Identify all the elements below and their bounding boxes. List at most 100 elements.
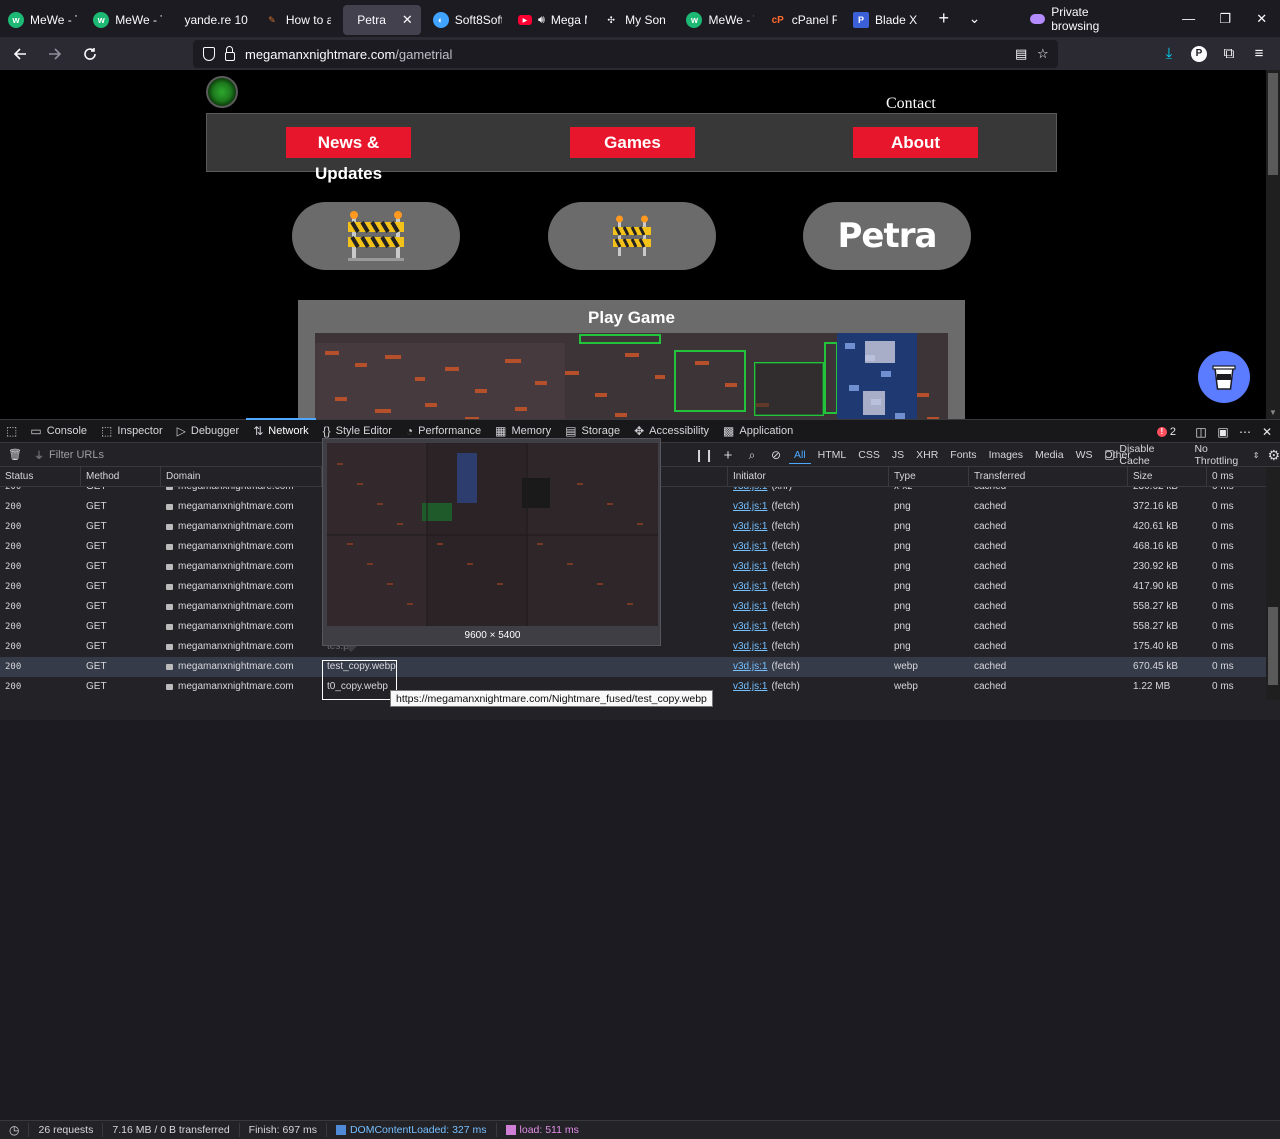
- lock-icon[interactable]: [225, 45, 235, 61]
- tab-list-button[interactable]: ⌄: [959, 10, 990, 27]
- initiator-cell[interactable]: v3d.js:1 (fetch): [733, 637, 800, 657]
- small-barrier-button[interactable]: [548, 202, 716, 270]
- tab-console[interactable]: ▭ Console: [23, 419, 94, 443]
- table-row[interactable]: 200 GET megamanxnightmare.com test_copy.web…: [0, 657, 1266, 677]
- tab-inspector[interactable]: ⬚ Inspector: [94, 419, 170, 443]
- close-devtools-icon[interactable]: ✕: [1256, 425, 1278, 439]
- about-button[interactable]: About: [853, 127, 978, 158]
- green-orb-icon[interactable]: [206, 76, 238, 108]
- browser-tab-active[interactable]: Petra ✕: [343, 5, 421, 35]
- initiator-cell[interactable]: v3d.js:1 (fetch): [733, 657, 800, 677]
- news-updates-button[interactable]: News & Updates: [286, 127, 411, 183]
- network-scrollbar-thumb[interactable]: [1268, 607, 1278, 685]
- network-scrollbar[interactable]: [1266, 467, 1280, 700]
- contact-link[interactable]: Contact: [886, 95, 936, 113]
- initiator-link[interactable]: v3d.js:1: [733, 661, 767, 672]
- initiator-cell[interactable]: v3d.js:1 (fetch): [733, 537, 800, 557]
- col-initiator[interactable]: Initiator: [728, 467, 889, 487]
- browser-tab[interactable]: P Blade X bd: [845, 5, 928, 35]
- col-waterfall[interactable]: 0 ms: [1207, 467, 1266, 487]
- col-type[interactable]: Type: [889, 467, 969, 487]
- browser-tab[interactable]: ✣ My Son Ha: [595, 5, 678, 35]
- browser-tab[interactable]: cP cPanel File M: [762, 5, 845, 35]
- new-tab-button[interactable]: +: [928, 8, 959, 29]
- settings-gear-icon[interactable]: ⚙: [1267, 447, 1280, 464]
- account-avatar[interactable]: P: [1191, 45, 1207, 62]
- filter-all[interactable]: All: [789, 447, 811, 464]
- forward-button[interactable]: [39, 40, 71, 68]
- initiator-link[interactable]: v3d.js:1: [733, 541, 767, 552]
- filter-css[interactable]: CSS: [853, 447, 885, 463]
- tracking-protection-shield-icon[interactable]: [203, 47, 215, 61]
- error-count-badge[interactable]: ! 2: [1156, 426, 1176, 438]
- initiator-cell[interactable]: v3d.js:1 (fetch): [733, 597, 800, 617]
- filter-js[interactable]: JS: [887, 447, 909, 463]
- col-domain[interactable]: Domain: [161, 467, 322, 487]
- browser-tab[interactable]: w MeWe - Th: [85, 5, 170, 35]
- bookmark-star-icon[interactable]: ☆: [1037, 46, 1049, 62]
- browser-tab[interactable]: yande.re 10968: [170, 5, 255, 35]
- initiator-link[interactable]: v3d.js:1: [733, 521, 767, 532]
- back-button[interactable]: [4, 40, 36, 68]
- petra-button[interactable]: Petra: [803, 202, 971, 270]
- page-scrollbar-thumb[interactable]: [1268, 73, 1278, 175]
- col-size[interactable]: Size: [1128, 467, 1207, 487]
- close-window-button[interactable]: ✕: [1243, 11, 1280, 27]
- add-request-icon[interactable]: +: [716, 447, 740, 464]
- initiator-link[interactable]: v3d.js:1: [733, 501, 767, 512]
- games-button[interactable]: Games: [570, 127, 695, 158]
- filter-media[interactable]: Media: [1030, 447, 1069, 463]
- browser-tab[interactable]: ✎ How to add: [256, 5, 339, 35]
- reader-view-icon[interactable]: ▤: [1015, 46, 1027, 62]
- downloads-icon[interactable]: ⤓: [1154, 45, 1184, 62]
- search-icon[interactable]: ⌕: [740, 448, 764, 463]
- disable-cache-checkbox[interactable]: [1105, 450, 1115, 460]
- initiator-cell[interactable]: v3d.js:1 (fetch): [733, 517, 800, 537]
- block-icon[interactable]: ⊘: [764, 448, 788, 462]
- extensions-icon[interactable]: ⧉: [1214, 45, 1244, 62]
- initiator-cell[interactable]: v3d.js:1 (fetch): [733, 577, 800, 597]
- initiator-cell[interactable]: v3d.js:1 (fetch): [733, 677, 800, 697]
- browser-tab[interactable]: w MeWe - Th: [0, 5, 85, 35]
- pause-icon[interactable]: ❙❙: [692, 448, 716, 462]
- tab-debugger[interactable]: ▷ Debugger: [170, 419, 247, 443]
- minimize-button[interactable]: —: [1170, 11, 1207, 26]
- initiator-cell[interactable]: v3d.js:1 (fetch): [733, 557, 800, 577]
- browser-tab[interactable]: ◐ Soft8Soft: [425, 5, 510, 35]
- browser-tab[interactable]: w MeWe - Th: [678, 5, 761, 35]
- reload-button[interactable]: [74, 40, 106, 68]
- initiator-cell[interactable]: v3d.js:1 (fetch): [733, 617, 800, 637]
- filter-images[interactable]: Images: [984, 447, 1028, 463]
- initiator-link[interactable]: v3d.js:1: [733, 621, 767, 632]
- initiator-cell[interactable]: v3d.js:1 (xhr): [733, 487, 792, 497]
- browser-tab[interactable]: ▶ 🔊︎ Mega M: [510, 5, 595, 35]
- buy-me-a-coffee-button[interactable]: [1198, 351, 1250, 403]
- col-status[interactable]: Status: [0, 467, 81, 487]
- scroll-down-arrow-icon[interactable]: ▼: [1269, 408, 1277, 417]
- construction-barrier-button[interactable]: [292, 202, 460, 270]
- dock-side-icon[interactable]: ◫: [1190, 425, 1212, 439]
- clear-log-trash-icon[interactable]: 🗑︎: [8, 448, 22, 461]
- initiator-link[interactable]: v3d.js:1: [733, 487, 767, 492]
- filter-xhr[interactable]: XHR: [911, 447, 943, 463]
- menu-hamburger-icon[interactable]: ≡: [1244, 45, 1274, 62]
- url-bar[interactable]: megamanxnightmare.com/gametrial ▤ ☆: [193, 40, 1058, 68]
- initiator-link[interactable]: v3d.js:1: [733, 641, 767, 652]
- filter-ws[interactable]: WS: [1071, 447, 1098, 463]
- speaker-icon[interactable]: 🔊︎: [538, 14, 545, 27]
- initiator-link[interactable]: v3d.js:1: [733, 581, 767, 592]
- initiator-cell[interactable]: v3d.js:1 (fetch): [733, 497, 800, 517]
- initiator-link[interactable]: v3d.js:1: [733, 681, 767, 692]
- initiator-link[interactable]: v3d.js:1: [733, 561, 767, 572]
- initiator-link[interactable]: v3d.js:1: [733, 601, 767, 612]
- close-tab-icon[interactable]: ✕: [402, 12, 413, 28]
- game-canvas[interactable]: [315, 333, 948, 419]
- tab-network[interactable]: ⇅ Network: [246, 418, 317, 443]
- col-method[interactable]: Method: [81, 467, 161, 487]
- throttling-select[interactable]: No Throttling: [1194, 443, 1249, 467]
- col-transferred[interactable]: Transferred: [969, 467, 1128, 487]
- filter-html[interactable]: HTML: [813, 447, 852, 463]
- page-scrollbar[interactable]: ▼: [1266, 70, 1280, 419]
- tab-application[interactable]: ▩ Application: [716, 419, 800, 443]
- pick-element-button[interactable]: ⬚: [0, 419, 23, 443]
